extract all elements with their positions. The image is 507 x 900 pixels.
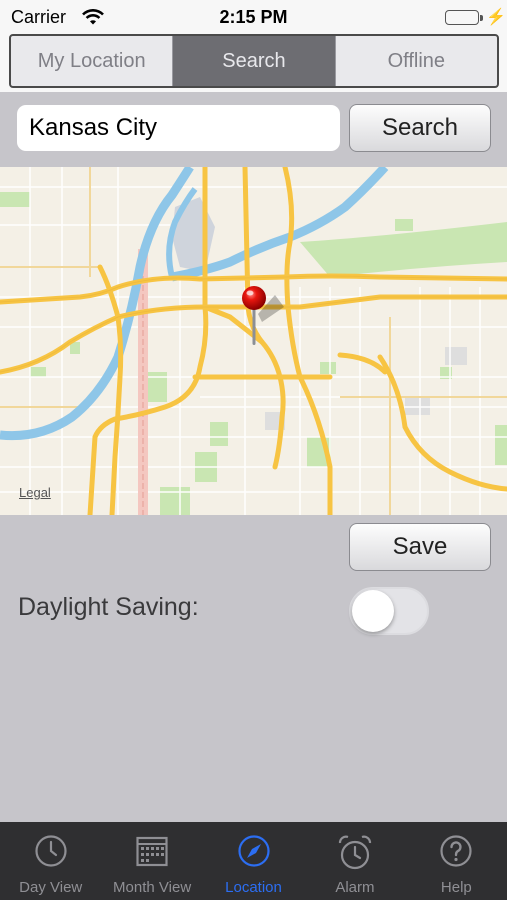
header: My Location Search Offline — [0, 34, 507, 92]
segment-my-location[interactable]: My Location — [11, 36, 172, 86]
segment-offline[interactable]: Offline — [334, 36, 497, 86]
save-button[interactable]: Save — [349, 523, 491, 571]
tab-label: Month View — [113, 879, 192, 896]
tab-location[interactable]: Location — [203, 822, 304, 900]
tab-alarm[interactable]: Alarm — [304, 822, 405, 900]
tab-month-view[interactable]: Month View — [101, 822, 202, 900]
segment-search[interactable]: Search — [172, 36, 335, 86]
search-input[interactable] — [17, 105, 340, 151]
compass-icon — [237, 834, 271, 873]
location-mode-segmented-control: My Location Search Offline — [9, 34, 499, 88]
map-view[interactable]: Legal — [0, 167, 507, 515]
tab-day-view[interactable]: Day View — [0, 822, 101, 900]
toggle-knob — [352, 590, 394, 632]
daylight-saving-label: Daylight Saving: — [18, 593, 199, 621]
tab-label: Alarm — [335, 879, 375, 896]
status-time: 2:15 PM — [219, 7, 288, 27]
map-pin-icon[interactable] — [240, 285, 268, 347]
calendar-icon — [135, 834, 169, 873]
battery-icon — [445, 10, 483, 25]
tab-label: Help — [440, 879, 472, 896]
tab-label: Location — [225, 879, 282, 896]
tab-label: Day View — [19, 879, 83, 896]
clock-icon — [34, 834, 68, 873]
search-button[interactable]: Search — [349, 104, 491, 152]
search-row: Search — [0, 92, 507, 167]
tab-help[interactable]: Help — [406, 822, 507, 900]
alarm-icon — [336, 834, 374, 877]
tab-bar: Day View Month View Location Alarm Help — [0, 822, 507, 900]
daylight-saving-toggle[interactable] — [349, 587, 429, 635]
charging-bolt-icon: ⚡ — [486, 9, 506, 26]
status-bar: Carrier 2:15 PM ⚡ — [0, 0, 507, 34]
legal-link[interactable]: Legal — [19, 485, 51, 500]
help-icon — [439, 834, 473, 873]
